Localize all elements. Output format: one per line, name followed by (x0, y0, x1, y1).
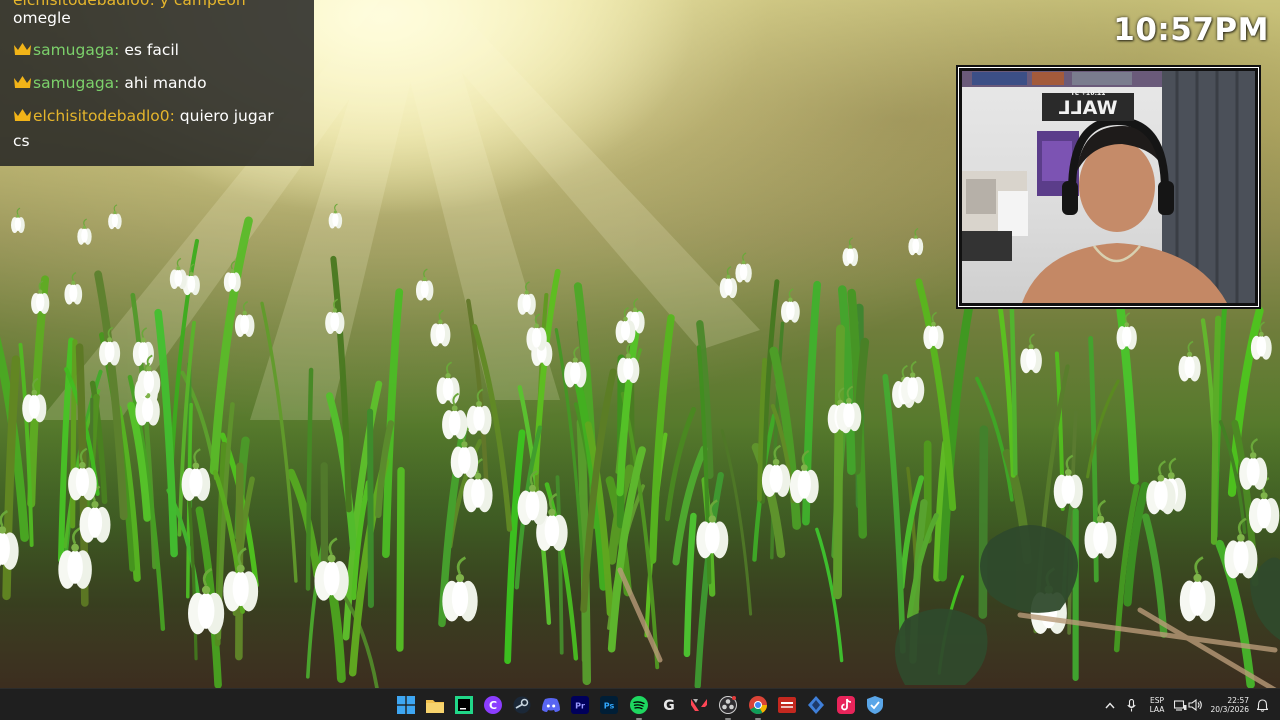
language-indicator[interactable]: ESP LAA (1145, 696, 1169, 714)
chat-message: omegle (13, 6, 303, 31)
pycharm-icon[interactable] (453, 694, 475, 716)
chat-message: elchisitodebadlo0: quiero jugar cs (13, 107, 274, 150)
vpn-shield-icon[interactable] (864, 694, 886, 716)
notification-bell-icon[interactable] (1255, 698, 1269, 712)
obs-icon[interactable] (717, 694, 739, 720)
file-explorer-icon[interactable] (424, 694, 446, 716)
chat-message: samugaga: ahi mando (13, 71, 303, 96)
steam-icon[interactable] (511, 694, 533, 716)
taskbar: C Pr Ps G ESP LAA 22:57 20/3/2026 (0, 688, 1280, 720)
epic-games-icon[interactable]: G (658, 694, 680, 716)
tiktok-icon[interactable] (835, 694, 857, 716)
webcam-feed: 22:61+ ST WALL (959, 68, 1258, 306)
crown-icon (14, 109, 31, 121)
chat-message-text: ahi mando (124, 74, 207, 92)
photoshop-icon[interactable]: Ps (598, 694, 620, 716)
spotify-icon[interactable] (628, 694, 650, 720)
wall-sign: 22:61+ ST WALL (1042, 90, 1134, 121)
canva-icon[interactable]: C (482, 694, 504, 716)
crown-icon (14, 43, 31, 55)
grass-blade (833, 324, 845, 600)
grass-blade (978, 425, 989, 619)
stream-chat-panel: elchisitodebadlo0: y campeon omegle samu… (0, 0, 314, 166)
chrome-icon[interactable] (747, 694, 769, 720)
grass-blade (396, 466, 405, 652)
chat-message-text-continued: cs (13, 132, 30, 150)
crown-icon (14, 76, 31, 88)
network-icon[interactable] (1173, 698, 1187, 712)
grass-blade (367, 408, 374, 609)
chat-message: samugaga: es facil (13, 38, 303, 63)
chat-username[interactable]: elchisitodebadlo0 (33, 107, 170, 125)
premiere-icon[interactable]: Pr (569, 694, 591, 716)
chat-message-text: omegle (13, 9, 71, 27)
blue-diamond-icon[interactable] (805, 694, 827, 716)
chat-username[interactable]: samugaga (33, 41, 114, 59)
svg-text:G: G (663, 698, 675, 714)
chat-message-text: quiero jugar (179, 107, 274, 125)
chevron-up-icon[interactable] (1103, 698, 1117, 712)
microphone-icon[interactable] (1124, 698, 1138, 712)
svg-text:C: C (489, 699, 497, 712)
windows-start-icon[interactable] (395, 694, 417, 716)
volume-icon[interactable] (1188, 698, 1202, 712)
red-app-icon[interactable] (776, 694, 798, 716)
discord-icon[interactable] (540, 694, 562, 716)
svg-text:Ps: Ps (604, 702, 615, 711)
svg-text:Pr: Pr (575, 702, 585, 711)
system-clock[interactable]: 22:57 20/3/2026 (1203, 696, 1249, 714)
chat-username[interactable]: samugaga (33, 74, 114, 92)
webcam-frame: 22:61+ ST WALL (956, 65, 1261, 309)
chat-message-text: es facil (124, 41, 179, 59)
stream-clock: 10:57PM (1113, 12, 1269, 48)
valorant-icon[interactable] (688, 694, 710, 716)
